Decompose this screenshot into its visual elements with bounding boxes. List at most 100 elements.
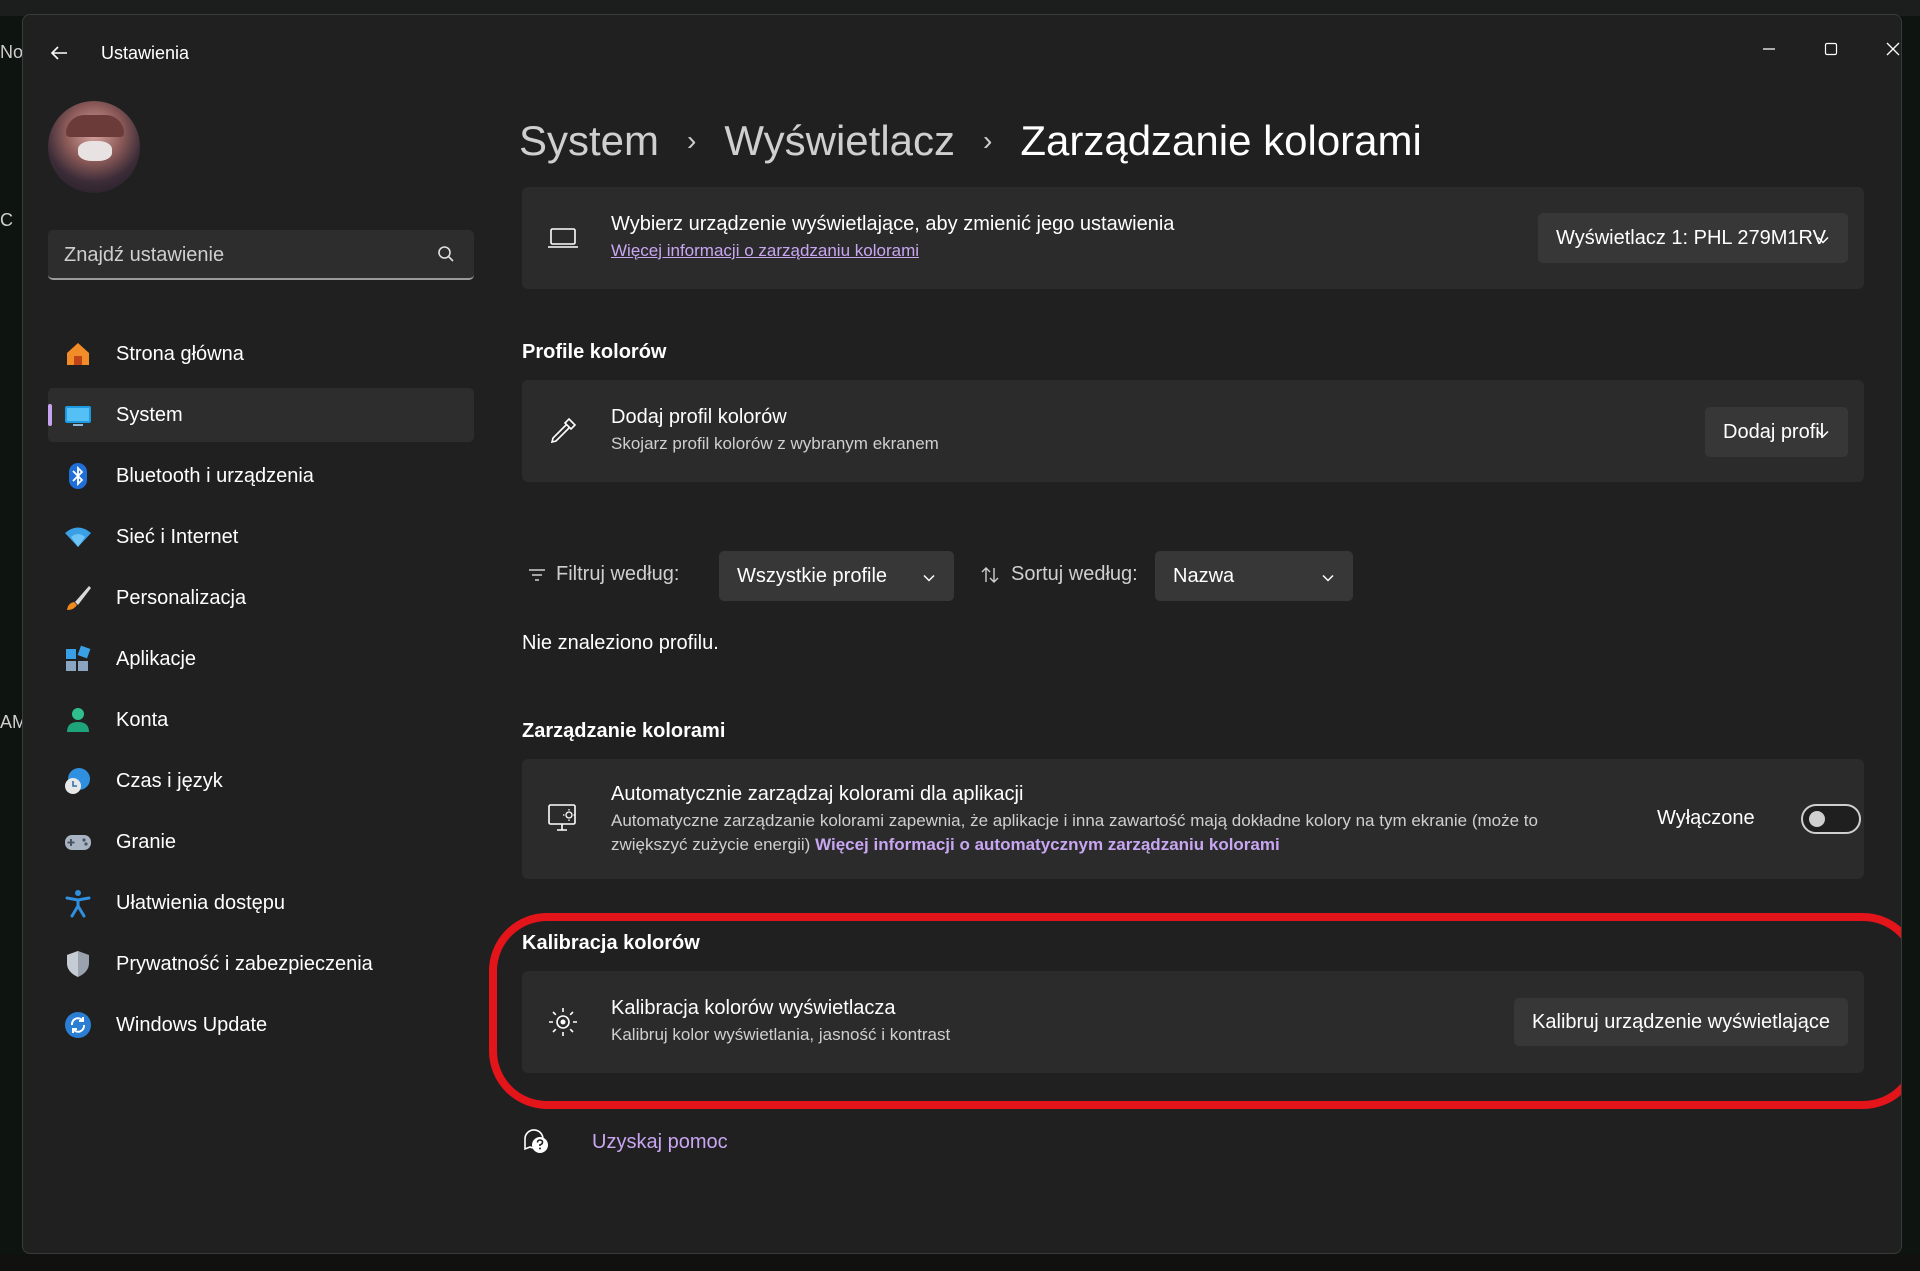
calibration-subtitle: Kalibruj kolor wyświetlania, jasność i k…	[611, 1025, 951, 1044]
chevron-down-icon	[922, 568, 936, 591]
apps-icon	[62, 643, 94, 675]
section-heading-calibration: Kalibracja kolorów	[522, 932, 700, 954]
arrow-left-icon	[50, 46, 67, 60]
title-bar: Ustawienia	[23, 15, 1901, 71]
brush-icon	[62, 582, 94, 614]
avatar[interactable]	[48, 101, 140, 193]
auto-color-info-link[interactable]: Więcej informacji o automatycznym zarząd…	[815, 835, 1280, 854]
system-display-icon	[62, 399, 94, 431]
section-heading-profiles: Profile kolorów	[522, 341, 667, 363]
sidebar-item-label: Windows Update	[116, 1014, 268, 1036]
settings-window: Ustawienia Znajdź ustawienie Strona głów…	[22, 14, 1902, 1254]
account-icon	[62, 704, 94, 736]
wifi-icon	[62, 521, 94, 553]
auto-color-desc-line2: zwiększyć zużycie energii) Więcej inform…	[611, 835, 1280, 855]
breadcrumb-display[interactable]: Wyświetlacz	[724, 117, 955, 165]
accessibility-icon	[62, 887, 94, 919]
maximize-icon	[1824, 42, 1838, 56]
color-management-info-link[interactable]: Więcej informacji o zarządzaniu kolorami	[611, 241, 919, 261]
display-select-value: Wyświetlacz 1: PHL 279M1RV	[1556, 226, 1826, 249]
sidebar-item-label: Personalizacja	[116, 587, 247, 609]
chevron-down-icon	[1816, 424, 1830, 447]
desktop-text-fragment: C	[0, 210, 13, 230]
filter-icon	[528, 567, 546, 588]
auto-color-toggle[interactable]	[1801, 804, 1861, 834]
add-profile-card: Dodaj profil kolorów Skojarz profil kolo…	[522, 380, 1864, 482]
calibration-title: Kalibracja kolorów wyświetlacza	[611, 997, 896, 1019]
sidebar-item-label: Czas i język	[116, 770, 223, 792]
sidebar-item-label: System	[116, 404, 183, 426]
page-title: Zarządzanie kolorami	[1020, 117, 1422, 164]
sidebar-item-label: Granie	[116, 831, 177, 853]
gamepad-icon	[62, 826, 94, 858]
shield-icon	[62, 948, 94, 980]
add-profile-title: Dodaj profil kolorów	[611, 406, 787, 428]
sidebar-item-gaming[interactable]: Granie	[48, 815, 474, 869]
sidebar-item-network[interactable]: Sieć i Internet	[48, 510, 474, 564]
calibrate-display-button-label: Kalibruj urządzenie wyświetlające	[1532, 1010, 1830, 1033]
home-icon	[62, 338, 94, 370]
sidebar-nav: Strona główna System Bluetooth i urządze…	[48, 327, 474, 1059]
toggle-state-label: Wyłączone	[1657, 807, 1755, 829]
get-help-link[interactable]: Uzyskaj pomoc	[522, 1125, 728, 1161]
help-chat-icon	[522, 1126, 552, 1161]
display-select-card: Wybierz urządzenie wyświetlające, aby zm…	[522, 187, 1864, 289]
search-icon[interactable]	[436, 244, 456, 269]
breadcrumb: System › Wyświetlacz › Zarządzanie kolor…	[519, 117, 1422, 165]
add-profile-subtitle: Skojarz profil kolorów z wybranym ekrane…	[611, 434, 939, 453]
sidebar-item-label: Bluetooth i urządzenia	[116, 465, 314, 487]
eyedropper-icon	[546, 414, 580, 448]
sidebar-item-privacy[interactable]: Prywatność i zabezpieczenia	[48, 937, 474, 991]
back-button[interactable]	[43, 37, 75, 69]
get-help-label: Uzyskaj pomoc	[592, 1131, 728, 1153]
display-color-icon	[546, 801, 580, 835]
desktop-bottom-strip	[0, 1254, 1920, 1271]
sort-dropdown[interactable]: Nazwa	[1155, 551, 1353, 601]
section-heading-color-management: Zarządzanie kolorami	[522, 720, 726, 742]
clock-globe-icon	[62, 765, 94, 797]
maximize-button[interactable]	[1801, 29, 1861, 69]
sidebar-item-bluetooth[interactable]: Bluetooth i urządzenia	[48, 449, 474, 503]
chevron-down-icon	[1816, 230, 1830, 253]
close-button[interactable]	[1863, 29, 1901, 69]
display-select-dropdown[interactable]: Wyświetlacz 1: PHL 279M1RV	[1538, 213, 1848, 263]
toggle-knob	[1809, 811, 1825, 827]
search-input[interactable]: Znajdź ustawienie	[48, 230, 474, 280]
filter-label: Filtruj według:	[556, 563, 680, 585]
calibrate-display-button[interactable]: Kalibruj urządzenie wyświetlające	[1514, 998, 1848, 1046]
sort-icon	[980, 565, 1000, 590]
sidebar-item-personalization[interactable]: Personalizacja	[48, 571, 474, 625]
filter-dropdown[interactable]: Wszystkie profile	[719, 551, 954, 601]
sidebar-item-home[interactable]: Strona główna	[48, 327, 474, 381]
sort-value: Nazwa	[1173, 564, 1235, 587]
minimize-button[interactable]	[1739, 29, 1799, 69]
sidebar-item-windows-update[interactable]: Windows Update	[48, 998, 474, 1052]
breadcrumb-system[interactable]: System	[519, 117, 659, 165]
desktop-text-fragment: No	[0, 42, 24, 62]
chevron-down-icon	[1321, 568, 1335, 591]
sidebar-item-accessibility[interactable]: Ułatwienia dostępu	[48, 876, 474, 930]
sidebar-item-label: Konta	[116, 709, 169, 731]
auto-color-desc-line1: Automatyczne zarządzanie kolorami zapewn…	[611, 811, 1538, 830]
add-profile-button[interactable]: Dodaj profil	[1705, 407, 1848, 457]
add-profile-button-label: Dodaj profil	[1723, 420, 1825, 443]
sidebar-item-label: Sieć i Internet	[116, 526, 239, 548]
auto-color-desc-text: zwiększyć zużycie energii)	[611, 835, 811, 854]
sidebar-item-label: Strona główna	[116, 343, 244, 365]
brightness-icon	[546, 1005, 580, 1039]
bluetooth-icon	[62, 460, 94, 492]
breadcrumb-separator: ›	[687, 125, 697, 156]
sidebar-item-label: Aplikacje	[116, 648, 197, 670]
sort-label: Sortuj według:	[1011, 563, 1138, 585]
minimize-icon	[1763, 48, 1775, 50]
search-placeholder: Znajdź ustawienie	[64, 244, 225, 266]
empty-profiles-text: Nie znaleziono profilu.	[522, 632, 719, 654]
sidebar-item-accounts[interactable]: Konta	[48, 693, 474, 747]
windows-update-icon	[62, 1009, 94, 1041]
sidebar-item-label: Ułatwienia dostępu	[116, 892, 285, 914]
auto-color-title: Automatycznie zarządzaj kolorami dla apl…	[611, 783, 1024, 805]
sidebar-item-time-language[interactable]: Czas i język	[48, 754, 474, 808]
sidebar-item-system[interactable]: System	[48, 388, 474, 442]
calibration-card: Kalibracja kolorów wyświetlacza Kalibruj…	[522, 971, 1864, 1073]
sidebar-item-apps[interactable]: Aplikacje	[48, 632, 474, 686]
